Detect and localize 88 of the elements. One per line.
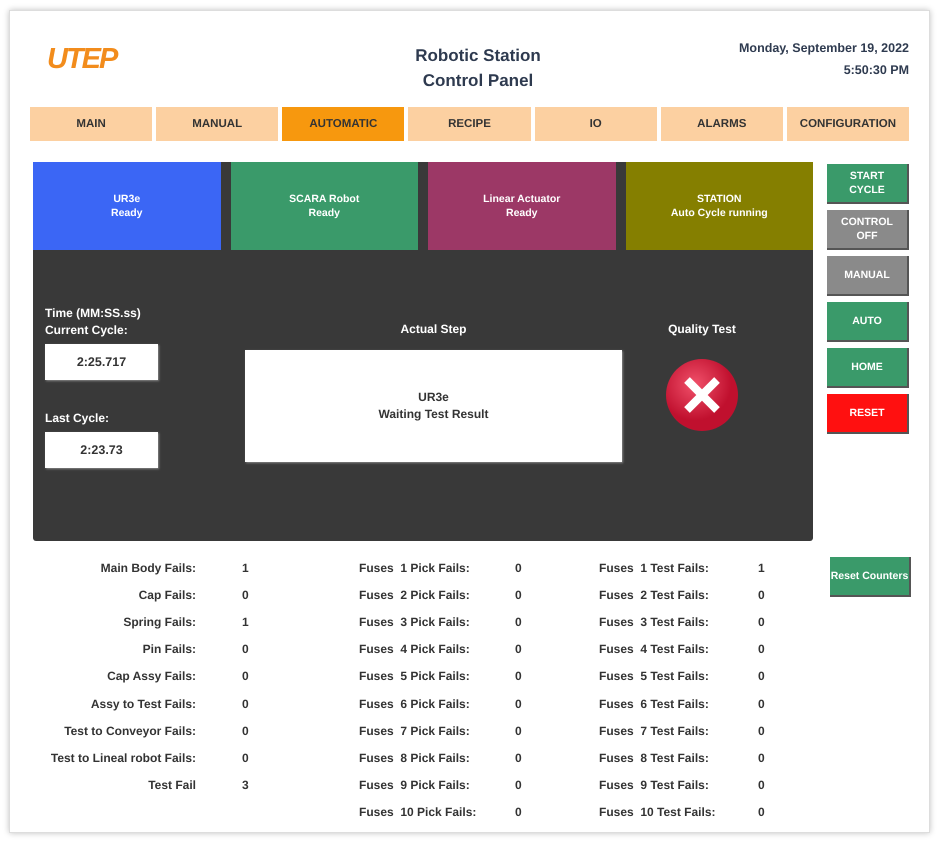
counter-value: 0 [241, 750, 250, 765]
counter-label: Fuses 1 Test Fails: [599, 560, 710, 575]
counter-value: 0 [758, 750, 766, 765]
actual-step-label: Actual Step [400, 321, 466, 338]
counter-value: 1 [758, 560, 766, 575]
time-text: 5:50:30 PM [842, 62, 909, 79]
counter-value: 1 [241, 614, 250, 629]
control-button[interactable]: MANUAL [827, 256, 909, 296]
counter-value: 0 [515, 778, 523, 792]
counter-label: Fuses 6 Pick Fails: [359, 696, 471, 711]
counter-label: Fuses 4 Pick Fails: [359, 642, 471, 656]
counter-value: 0 [515, 642, 523, 656]
time-heading: Time (MM:SS.ss) [45, 305, 142, 322]
nav-tab[interactable]: ALARMS [660, 107, 783, 141]
nav-tab[interactable]: RECIPE [408, 107, 531, 141]
counter-label: Fuses 8 Test Fails: [599, 750, 710, 765]
counter-value: 0 [758, 778, 766, 792]
counter-value: 0 [758, 588, 766, 602]
counter-value: 1 [241, 560, 250, 575]
status-tile: STATION Auto Cycle running [626, 162, 813, 250]
counter-label: Fuses 10 Pick Fails: [359, 805, 478, 820]
counter-label: Spring Fails: [122, 614, 196, 629]
counter-label: Fuses 9 Test Fails: [599, 778, 710, 792]
counter-value: 0 [758, 669, 766, 684]
counter-label: Assy to Test Fails: [90, 696, 196, 711]
nav-tab[interactable]: IO [534, 107, 657, 141]
counter-label: Fuses 8 Pick Fails: [359, 750, 471, 765]
counter-value: 0 [515, 805, 523, 820]
control-button[interactable]: START CYCLE [827, 164, 909, 204]
date-text: Monday, September 19, 2022 [738, 40, 909, 57]
counter-label: Test Fail [147, 778, 196, 792]
counter-value: 0 [515, 614, 523, 629]
counter-value: 0 [241, 724, 250, 738]
counter-value: 0 [515, 560, 523, 575]
counter-value: 3 [241, 778, 250, 792]
counter-label: Fuses 7 Test Fails: [599, 724, 710, 738]
reset-counters-button[interactable]: Reset Counters [830, 557, 911, 597]
status-tile: Linear Actuator Ready [428, 162, 616, 250]
counter-value: 0 [515, 750, 523, 765]
control-button[interactable]: CONTROL OFF [827, 210, 909, 250]
counter-label: Cap Assy Fails: [106, 669, 196, 684]
counter-value: 0 [758, 696, 766, 711]
counter-label: Fuses 4 Test Fails: [599, 642, 710, 656]
counter-value: 0 [758, 614, 766, 629]
nav-tab[interactable]: AUTOMATIC [282, 107, 404, 141]
last-cycle-value: 2:23.73 [45, 432, 158, 468]
counter-value: 0 [515, 669, 523, 684]
counter-value: 0 [515, 588, 523, 602]
status-tile: SCARA Robot Ready [230, 162, 418, 250]
quality-test-label: Quality Test [668, 321, 736, 338]
counter-label: Fuses 7 Pick Fails: [359, 724, 471, 738]
control-button[interactable]: AUTO [827, 302, 909, 342]
counter-label: Fuses 2 Pick Fails: [359, 588, 471, 602]
current-cycle-value: 2:25.717 [45, 344, 158, 380]
counter-label: Fuses 2 Test Fails: [599, 588, 710, 602]
counter-value: 0 [515, 696, 523, 711]
counter-label: Fuses 9 Pick Fails: [359, 778, 471, 792]
nav-tab[interactable]: MAIN [30, 107, 152, 141]
actual-step-display: UR3e Waiting Test Result [245, 350, 622, 462]
counter-label: Cap Fails: [138, 588, 196, 602]
last-cycle-label: Last Cycle: [45, 410, 110, 427]
counter-label: Fuses 1 Pick Fails: [359, 560, 471, 575]
nav-tab[interactable]: MANUAL [156, 107, 278, 141]
counter-value: 0 [758, 805, 766, 820]
control-button[interactable]: RESET [827, 394, 909, 434]
counter-value: 0 [758, 642, 766, 656]
panel-title: Robotic Station Control Panel [415, 45, 541, 92]
counter-value: 0 [758, 724, 766, 738]
counter-label: Test to Conveyor Fails: [63, 724, 196, 738]
counter-label: Pin Fails: [142, 642, 196, 656]
counter-label: Fuses 10 Test Fails: [599, 805, 716, 820]
logo: UTEP [47, 42, 116, 76]
counter-label: Fuses 3 Test Fails: [599, 614, 710, 629]
control-button[interactable]: HOME [827, 348, 909, 388]
nav-tab[interactable]: CONFIGURATION [786, 107, 909, 141]
counter-value: 0 [515, 724, 523, 738]
status-tile: UR3e Ready [33, 162, 220, 250]
counter-label: Fuses 3 Pick Fails: [359, 614, 471, 629]
counter-value: 0 [241, 669, 250, 684]
counter-label: Main Body Fails: [100, 560, 196, 575]
counter-label: Test to Lineal robot Fails: [50, 750, 196, 765]
counter-label: Fuses 6 Test Fails: [599, 696, 710, 711]
counter-value: 0 [241, 642, 250, 656]
counter-value: 0 [241, 588, 250, 602]
counter-label: Fuses 5 Test Fails: [599, 669, 710, 684]
counter-value: 0 [241, 696, 250, 711]
current-cycle-label: Current Cycle: [45, 322, 129, 339]
counter-label: Fuses 5 Pick Fails: [359, 669, 471, 684]
